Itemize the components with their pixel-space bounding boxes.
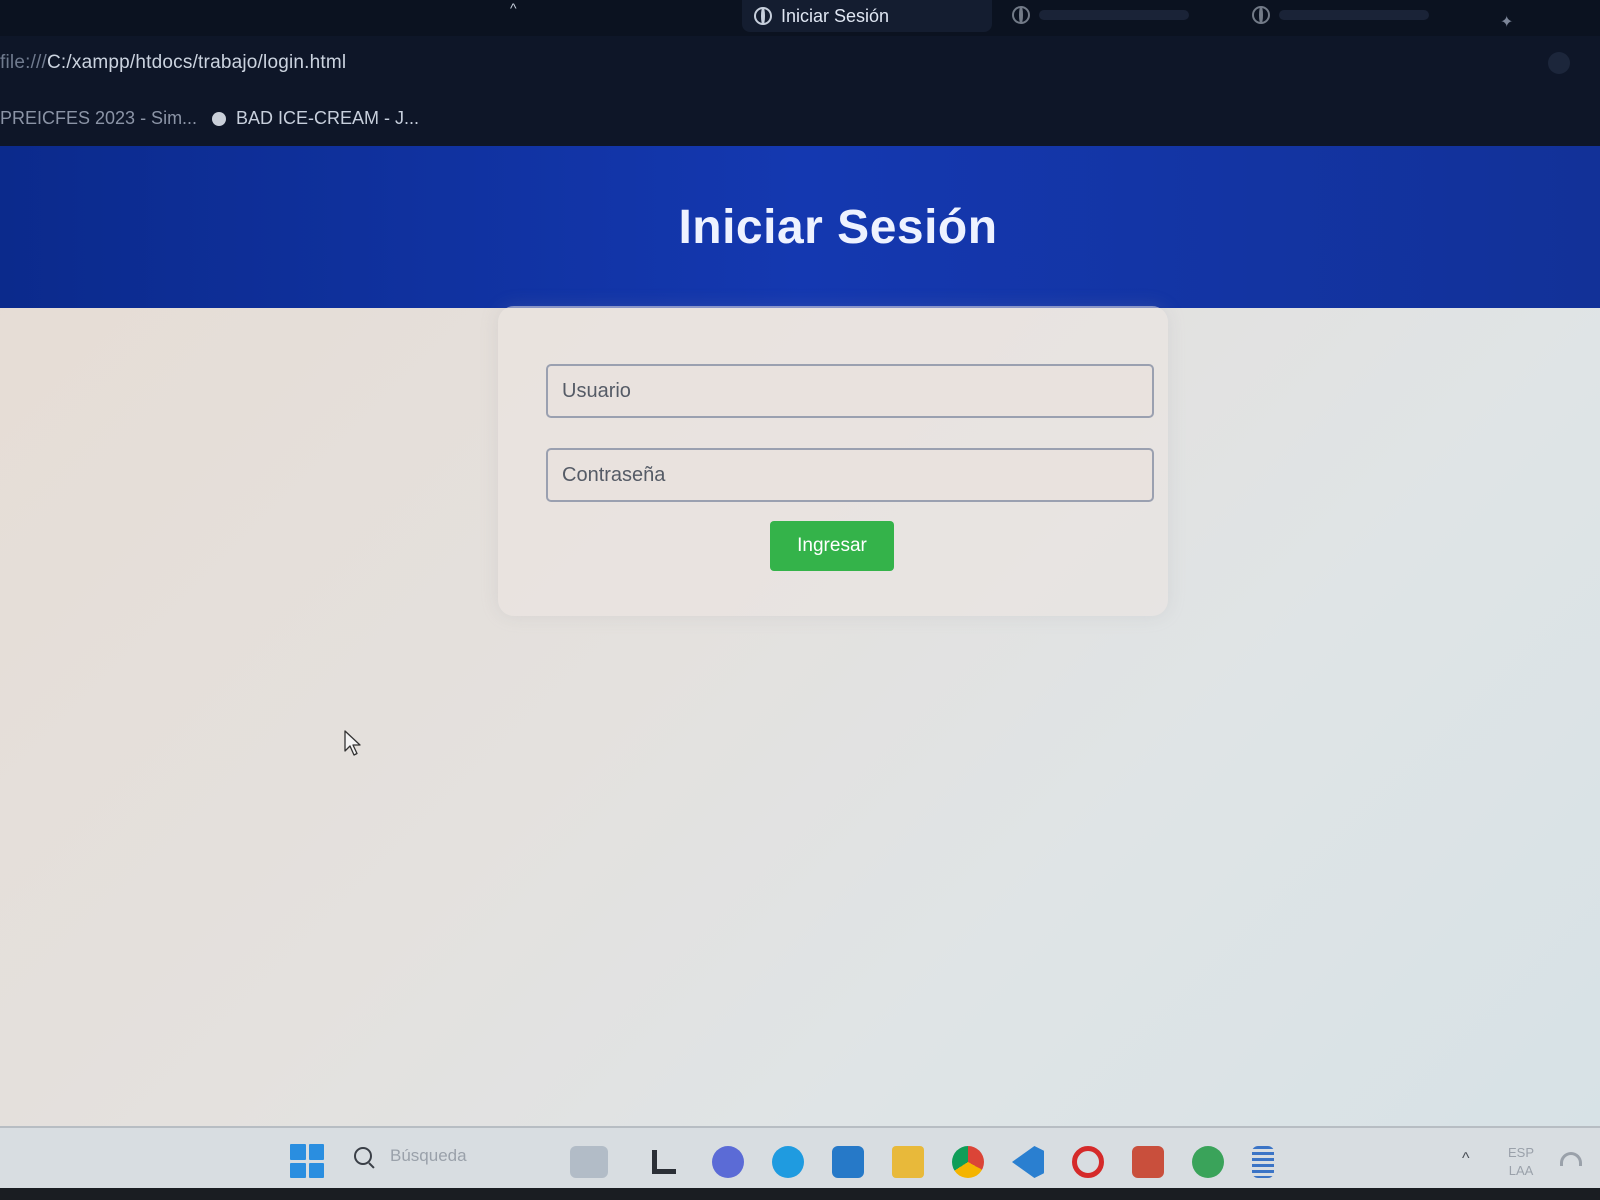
tab-background[interactable] (1012, 6, 1189, 24)
tab-blurred-title (1039, 10, 1189, 20)
language-code: ESP (1508, 1145, 1535, 1160)
wifi-icon[interactable] (1560, 1152, 1582, 1166)
opera-icon[interactable] (1072, 1146, 1104, 1178)
taskbar-search[interactable]: Búsqueda (354, 1146, 467, 1166)
windows-start-icon[interactable] (290, 1144, 324, 1178)
widgets-icon[interactable] (570, 1146, 608, 1178)
page-title: Iniciar Sesión (678, 200, 998, 254)
tab-background[interactable] (1252, 6, 1429, 24)
file-explorer-icon[interactable] (892, 1146, 924, 1178)
task-view-icon[interactable] (652, 1150, 676, 1174)
powerpoint-icon[interactable] (1132, 1146, 1164, 1178)
url-scheme: file:/// (0, 52, 48, 73)
site-header: Iniciar Sesión (0, 146, 1600, 308)
login-button[interactable]: Ingresar (770, 521, 894, 571)
globe-icon (754, 7, 772, 25)
vscode-icon[interactable] (1012, 1146, 1044, 1178)
app-icon[interactable] (1192, 1146, 1224, 1178)
page-viewport: Iniciar Sesión Ingresar (0, 146, 1600, 1126)
bookmarks-bar: PREICFES 2023 - Sim... BAD ICE-CREAM - J… (0, 94, 1600, 146)
store-icon[interactable] (832, 1146, 864, 1178)
password-input[interactable] (546, 448, 1154, 502)
login-form: Ingresar (498, 306, 1168, 616)
url-text[interactable]: file:///C:/xampp/htdocs/trabajo/login.ht… (0, 52, 346, 74)
search-icon (354, 1147, 372, 1165)
tab-search-caret-icon[interactable]: ^ (510, 0, 517, 16)
bookmark-favicon-icon (212, 111, 226, 126)
username-input[interactable] (546, 364, 1154, 418)
edge-browser-icon[interactable] (772, 1146, 804, 1178)
address-bar[interactable]: file:///C:/xampp/htdocs/trabajo/login.ht… (0, 36, 1600, 94)
notes-icon[interactable] (1252, 1146, 1274, 1178)
bookmark-item[interactable]: BAD ICE-CREAM - J... (212, 108, 419, 129)
globe-icon (1252, 6, 1270, 24)
keyboard-layout: LAA (1508, 1163, 1534, 1178)
tab-active[interactable]: Iniciar Sesión (742, 0, 992, 32)
extension-icon[interactable] (1548, 52, 1570, 74)
tab-strip: ^ Iniciar Sesión ✦ (0, 0, 1600, 36)
search-placeholder: Búsqueda (390, 1146, 467, 1165)
bookmark-item[interactable]: PREICFES 2023 - Sim... (0, 108, 197, 129)
url-path: C:/xampp/htdocs/trabajo/login.html (47, 52, 347, 73)
tray-chevron-up-icon[interactable]: ^ (1462, 1150, 1470, 1168)
globe-icon (1012, 6, 1030, 24)
tab-blurred-title (1279, 10, 1429, 20)
bookmark-label: BAD ICE-CREAM - J... (236, 108, 420, 128)
chat-icon[interactable] (712, 1146, 744, 1178)
screen-bezel (0, 1188, 1600, 1200)
mouse-cursor-icon (344, 730, 361, 756)
tab-title: Iniciar Sesión (781, 5, 890, 26)
new-tab-plus-icon[interactable]: ✦ (1500, 12, 1513, 32)
language-indicator[interactable]: ESP LAA (1508, 1144, 1534, 1180)
chrome-icon[interactable] (952, 1146, 984, 1178)
bookmark-label: PREICFES 2023 - Sim... (0, 108, 198, 128)
